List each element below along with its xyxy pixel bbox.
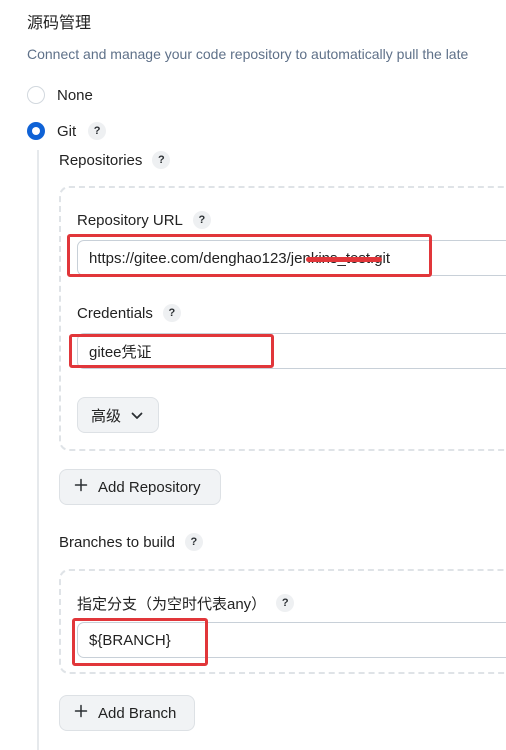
annotation-highlight-credentials [69,334,274,368]
repositories-label: Repositories ? [59,150,171,170]
branches-label-text: Branches to build [59,533,175,551]
branch-specifier-label: 指定分支（为空时代表any） ? [77,593,295,613]
radio-git[interactable] [27,122,45,140]
advanced-label: 高级 [91,407,122,425]
scm-option-none-label: None [57,86,93,104]
credentials-label-text: Credentials [77,304,153,322]
scm-option-git-label: Git [57,122,77,140]
scm-option-none[interactable]: None [27,83,93,107]
radio-none[interactable] [27,86,45,104]
repository-url-help-icon[interactable]: ? [192,211,211,229]
credentials-help-icon[interactable]: ? [162,304,181,322]
repository-url-label: Repository URL ? [77,210,211,230]
scm-option-git[interactable]: Git ? [27,119,107,143]
branch-specifier-label-text: 指定分支（为空时代表any） [77,595,267,613]
branches-help-icon[interactable]: ? [184,533,203,551]
repositories-label-text: Repositories [59,151,143,169]
chevron-down-icon [131,407,143,424]
advanced-button[interactable]: 高级 [77,397,159,433]
add-branch-label: Add Branch [98,704,177,722]
annotation-highlight-branch [72,618,208,666]
plus-icon [74,704,88,722]
branches-label: Branches to build ? [59,532,203,552]
credentials-label: Credentials ? [77,303,181,323]
git-help-icon[interactable]: ? [88,122,107,140]
redaction-mark [306,257,382,262]
branch-specifier-help-icon[interactable]: ? [276,594,295,612]
repository-url-label-text: Repository URL [77,211,183,229]
plus-icon [74,478,88,496]
section-description: Connect and manage your code repository … [27,46,469,62]
add-branch-button[interactable]: Add Branch [59,695,195,731]
annotation-highlight-url [67,234,432,277]
nested-indent-line [37,150,39,750]
section-title: 源码管理 [27,15,92,32]
add-repository-button[interactable]: Add Repository [59,469,221,505]
repositories-help-icon[interactable]: ? [152,151,171,169]
add-repository-label: Add Repository [98,478,201,496]
